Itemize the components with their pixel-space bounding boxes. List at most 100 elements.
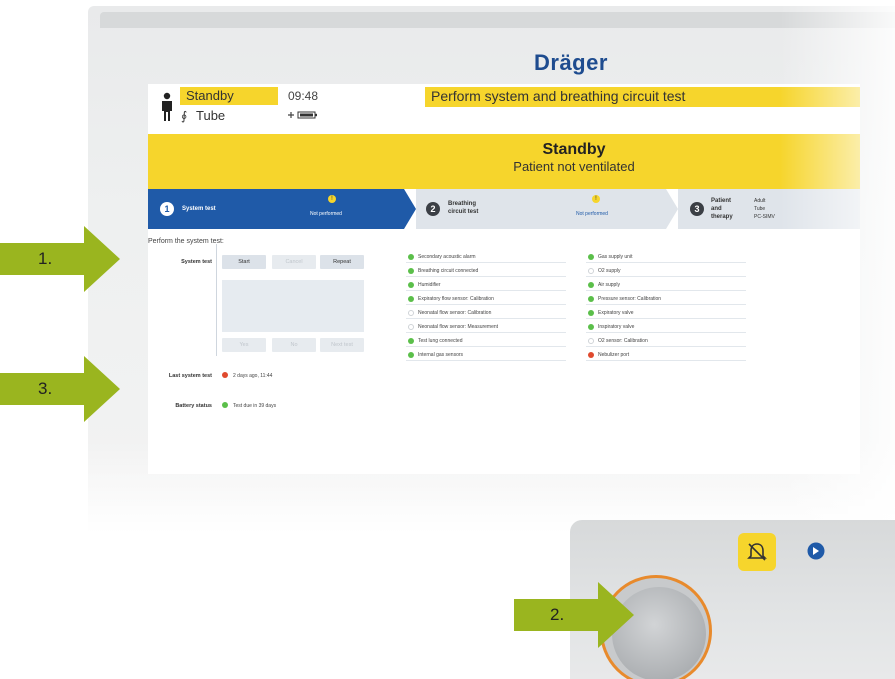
step-status-breathing-circuit: Not performed: [576, 211, 608, 217]
ok-status-icon: [588, 310, 594, 316]
step-number-3: 3: [690, 202, 704, 216]
panel-divider: [216, 244, 217, 356]
airway-type: Tube: [754, 206, 766, 212]
checklist-item: Breathing circuit connected: [406, 265, 566, 277]
checklist-item-label: Nebulizer port: [598, 352, 630, 358]
checklist-item: Gas supply unit: [586, 251, 746, 263]
step-label-system-test: System test: [182, 206, 216, 212]
not-checked-icon: [408, 310, 414, 316]
checklist-item: Secondary acoustic alarm: [406, 251, 566, 263]
checklist-item-label: Pressure sensor: Calibration: [598, 296, 662, 302]
checklist-item-label: Neonatal flow sensor: Measurement: [418, 324, 499, 330]
checklist-item-label: Expiratory flow sensor: Calibration: [418, 296, 494, 302]
checklist-item: O2 supply: [586, 265, 746, 277]
ventilator-screen: Standby ∮ Tube 09:48 Perform system and …: [148, 84, 860, 474]
ok-status-icon: [408, 282, 414, 288]
battery-status-label: Battery status: [175, 403, 212, 409]
ok-status-icon: [408, 296, 414, 302]
next-test-button[interactable]: Next test: [320, 338, 364, 352]
checklist-item-label: Inspiratory valve: [598, 324, 635, 330]
checklist-item-label: Air supply: [598, 282, 620, 288]
callout-label-1: 1.: [38, 249, 53, 268]
ventilation-mode: PC-SIMV: [754, 214, 775, 220]
standby-status-area: Standby Patient not ventilated: [148, 134, 860, 189]
system-test-prompt: Perform the system test:: [148, 238, 224, 245]
o2-enrichment-icon[interactable]: [807, 542, 825, 560]
battery-icon: [288, 111, 317, 119]
patient-category: Adult: [754, 198, 766, 204]
checklist-item-label: O2 supply: [598, 268, 621, 274]
cancel-button[interactable]: Cancel: [272, 255, 316, 269]
no-button[interactable]: No: [272, 338, 316, 352]
clock-time: 09:48: [288, 89, 319, 103]
test-progress-box: [222, 280, 364, 332]
step-label-breathing-circuit: Breathing circuit test: [448, 201, 479, 215]
ok-status-icon: [588, 254, 594, 260]
not-checked-icon: [588, 338, 594, 344]
checklist-item: Humidifier: [406, 279, 566, 291]
checklist-item: Neonatal flow sensor: Measurement: [406, 321, 566, 333]
checklist-item: Expiratory valve: [586, 307, 746, 319]
checklist-item-label: Test lung connected: [418, 338, 463, 344]
device-photo: Dräger Standby ∮ Tube 09:48 Perform syst…: [0, 0, 895, 679]
start-button[interactable]: Start: [222, 255, 266, 269]
warning-icon: !: [592, 195, 600, 203]
step-breathing-circuit-test[interactable]: 2 Breathing circuit test ! Not performed: [416, 189, 666, 229]
checklist-item-label: Breathing circuit connected: [418, 268, 479, 274]
checklist-item: O2 sensor: Calibration: [586, 335, 746, 347]
callout-label-3: 3.: [38, 379, 53, 398]
fail-status-icon: [588, 352, 594, 358]
system-test-row-label: System test: [181, 259, 212, 265]
ok-status-icon: [588, 296, 594, 302]
alarm-mute-icon: [747, 543, 767, 561]
brand-logo: Dräger: [534, 50, 608, 75]
step-number-1: 1: [160, 202, 174, 216]
checklist-item: Expiratory flow sensor: Calibration: [406, 293, 566, 305]
last-system-test-value: 2 days ago, 11:44: [233, 373, 273, 379]
callout-arrow-2: [514, 582, 634, 648]
checklist-item: Test lung connected: [406, 335, 566, 347]
ok-status-icon: [588, 324, 594, 330]
checklist-item: Air supply: [586, 279, 746, 291]
ok-status-icon: [408, 352, 414, 358]
ok-status-icon: [408, 338, 414, 344]
checklist-item-label: O2 sensor: Calibration: [598, 338, 648, 344]
checklist-item-label: Neonatal flow sensor: Calibration: [418, 310, 492, 316]
yes-button[interactable]: Yes: [222, 338, 266, 352]
checklist-item: Pressure sensor: Calibration: [586, 293, 746, 305]
callout-arrow-1: [0, 226, 120, 292]
status-title: Standby: [542, 141, 606, 158]
airway-label: Tube: [196, 108, 226, 123]
step-status-system-test: Not performed: [310, 211, 342, 217]
step-system-test[interactable]: 1 System test ! Not performed: [148, 189, 404, 229]
callout-arrow-3: [0, 356, 120, 422]
header-bar: Standby ∮ Tube 09:48 Perform system and …: [148, 84, 860, 134]
step-patient-and-therapy[interactable]: 3 Patient and therapy Adult Tube PC-SIMV: [678, 189, 860, 229]
checklist-item-label: Internal gas sensors: [418, 352, 464, 358]
ok-status-icon: [222, 402, 228, 408]
step-arrow: [666, 189, 678, 229]
not-checked-icon: [588, 268, 594, 274]
monitor-top-edge: [100, 12, 895, 28]
callout-label-2: 2.: [550, 605, 565, 624]
ok-status-icon: [408, 268, 414, 274]
status-subtitle: Patient not ventilated: [513, 159, 635, 174]
patient-adult-icon: [162, 92, 172, 121]
checklist-item-label: Gas supply unit: [598, 254, 633, 260]
battery-status-value: Test due in 39 days: [233, 403, 277, 409]
alarm-message-banner[interactable]: Perform system and breathing circuit tes…: [425, 87, 860, 107]
fail-status-icon: [222, 372, 228, 378]
not-checked-icon: [408, 324, 414, 330]
step-label-patient-therapy: Patient and therapy: [711, 198, 733, 220]
repeat-button[interactable]: Repeat: [320, 255, 364, 269]
checklist-item: Inspiratory valve: [586, 321, 746, 333]
checklist-item-label: Humidifier: [418, 282, 441, 288]
checklist-item-label: Secondary acoustic alarm: [418, 254, 476, 260]
checklist-item: Neonatal flow sensor: Calibration: [406, 307, 566, 319]
ventilation-mode-field[interactable]: Standby: [180, 87, 278, 105]
step-arrow: [404, 189, 416, 229]
checklist-item-label: Expiratory valve: [598, 310, 634, 316]
step-number-2: 2: [426, 202, 440, 216]
ok-status-icon: [588, 282, 594, 288]
checklist-item: Nebulizer port: [586, 349, 746, 361]
